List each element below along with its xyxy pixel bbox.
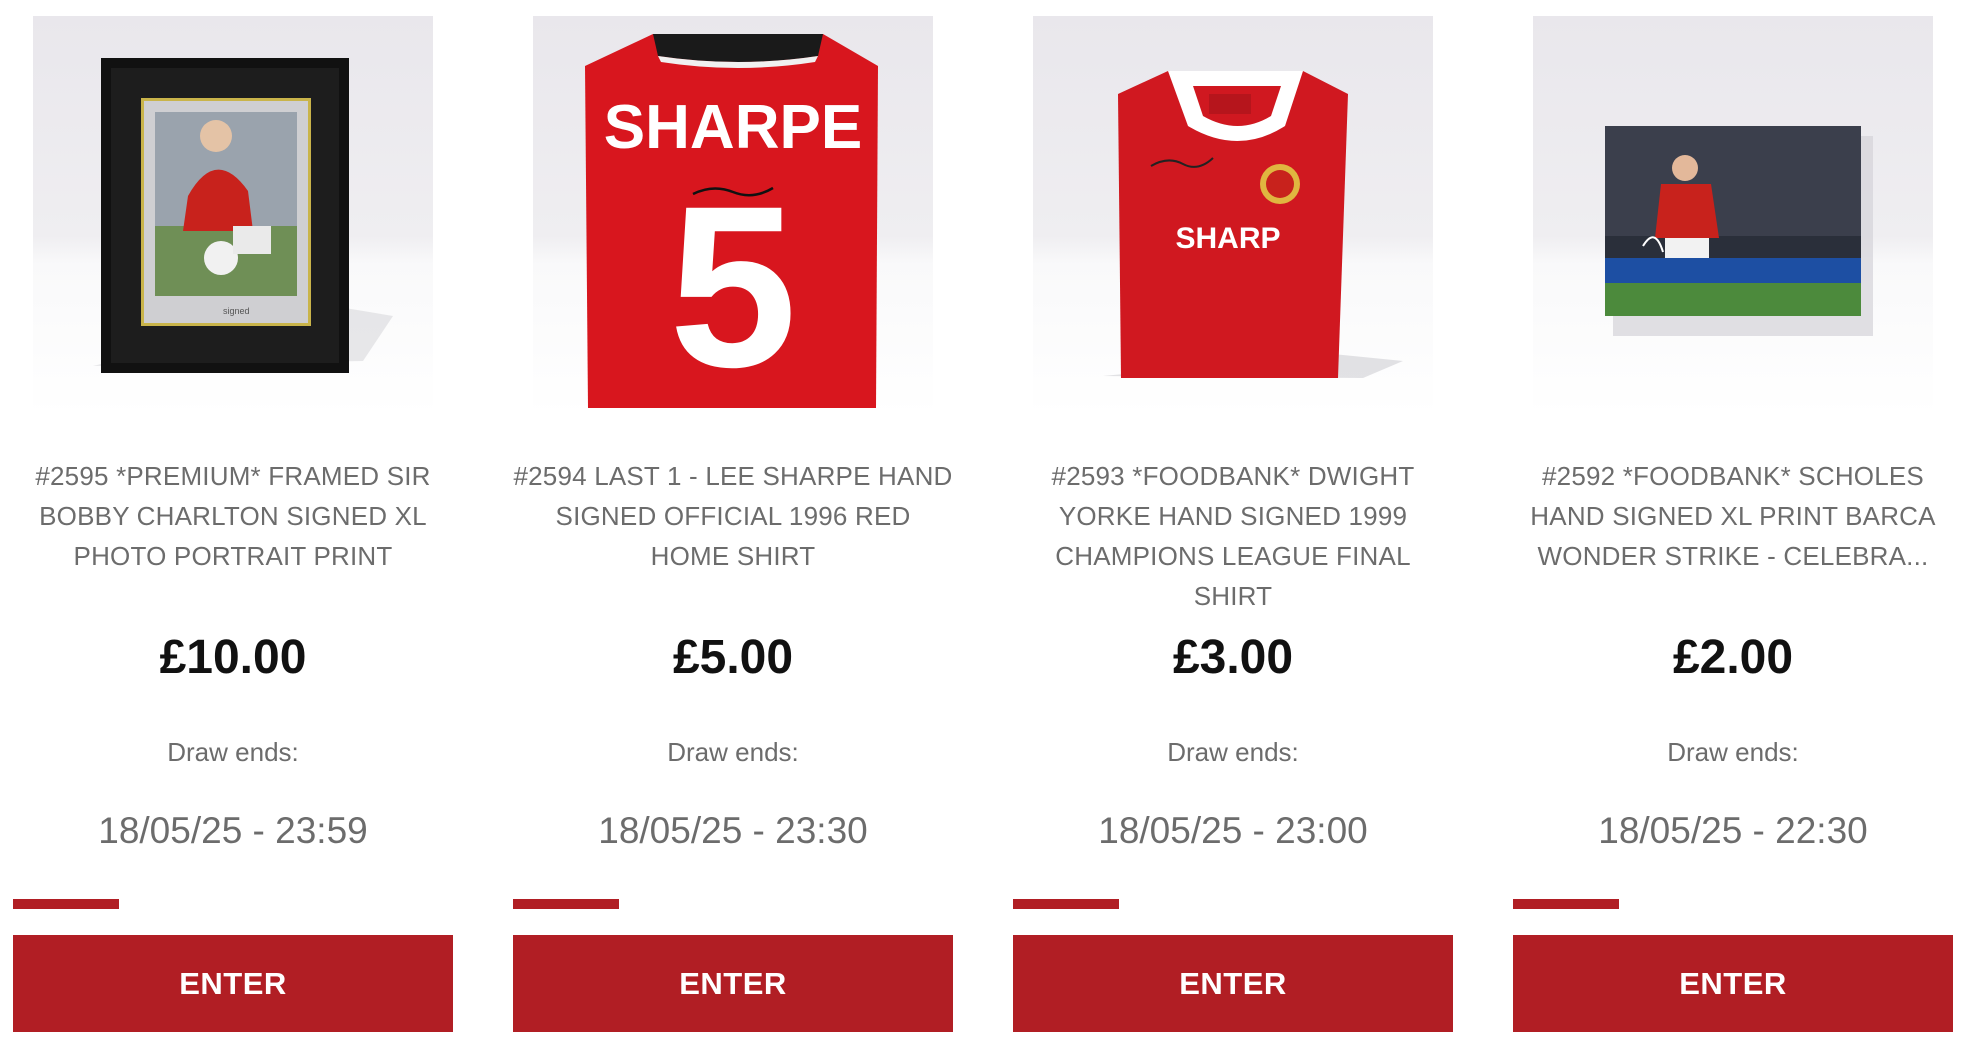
enter-button[interactable]: ENTER: [13, 935, 453, 1032]
product-image[interactable]: SHARPE 5: [533, 16, 933, 416]
competition-card: signed #2595 *PREMIUM* FRAMED SIR BOBBY …: [13, 0, 453, 1044]
enter-button[interactable]: ENTER: [1013, 935, 1453, 1032]
draw-end-date: 18/05/25 - 23:00: [1098, 810, 1368, 851]
draw-end-date: 18/05/25 - 23:59: [98, 810, 368, 851]
product-image[interactable]: signed: [33, 16, 433, 416]
product-image[interactable]: SHARP: [1033, 16, 1433, 416]
competition-card: SHARPE 5 #2594 LAST 1 - LEE SHARPE HAND …: [513, 0, 953, 1044]
competition-card: #2592 *FOODBANK* SCHOLES HAND SIGNED XL …: [1513, 0, 1953, 1044]
enter-button[interactable]: ENTER: [513, 935, 953, 1032]
draw-ends-label: Draw ends:: [1167, 737, 1299, 767]
photo-print-icon: [1605, 126, 1873, 336]
product-image[interactable]: [1533, 16, 1933, 416]
draw-end-date: 18/05/25 - 23:30: [598, 810, 868, 851]
svg-text:signed: signed: [223, 306, 250, 316]
framed-photo-icon: signed: [93, 58, 393, 373]
draw-ends-label: Draw ends:: [1667, 737, 1799, 767]
sold-progress-bar: [1513, 899, 1953, 909]
sold-progress-fill: [1513, 899, 1619, 909]
svg-text:5: 5: [669, 158, 797, 415]
enter-button[interactable]: ENTER: [1513, 935, 1953, 1032]
sold-progress-fill: [513, 899, 619, 909]
draw-end-date: 18/05/25 - 22:30: [1598, 810, 1868, 851]
svg-text:SHARPE: SHARPE: [604, 93, 862, 162]
competition-title[interactable]: #2592 *FOODBANK* SCHOLES HAND SIGNED XL …: [1513, 456, 1953, 576]
competition-title[interactable]: #2595 *PREMIUM* FRAMED SIR BOBBY CHARLTO…: [13, 456, 453, 576]
competition-title[interactable]: #2593 *FOODBANK* DWIGHT YORKE HAND SIGNE…: [1013, 456, 1453, 616]
sold-progress-fill: [1013, 899, 1119, 909]
sold-progress-bar: [13, 899, 453, 909]
sold-progress-bar: [513, 899, 953, 909]
shirt-back-icon: SHARPE 5: [585, 34, 878, 415]
competition-grid: signed #2595 *PREMIUM* FRAMED SIR BOBBY …: [0, 0, 1962, 1044]
ticket-price: £5.00: [672, 631, 794, 684]
sold-progress-fill: [13, 899, 119, 909]
ticket-price: £2.00: [1672, 631, 1794, 684]
ticket-price: £3.00: [1172, 631, 1294, 684]
draw-ends-label: Draw ends:: [667, 737, 799, 767]
svg-text:SHARP: SHARP: [1175, 222, 1280, 255]
competition-card: SHARP #2593 *FOODBANK* DWIGHT YORKE HAND…: [1013, 0, 1453, 1044]
sold-progress-bar: [1013, 899, 1453, 909]
competition-title[interactable]: #2594 LAST 1 - LEE SHARPE HAND SIGNED OF…: [513, 456, 953, 576]
shirt-front-icon: SHARP: [1103, 71, 1403, 378]
draw-ends-label: Draw ends:: [167, 737, 299, 767]
ticket-price: £10.00: [159, 631, 307, 684]
